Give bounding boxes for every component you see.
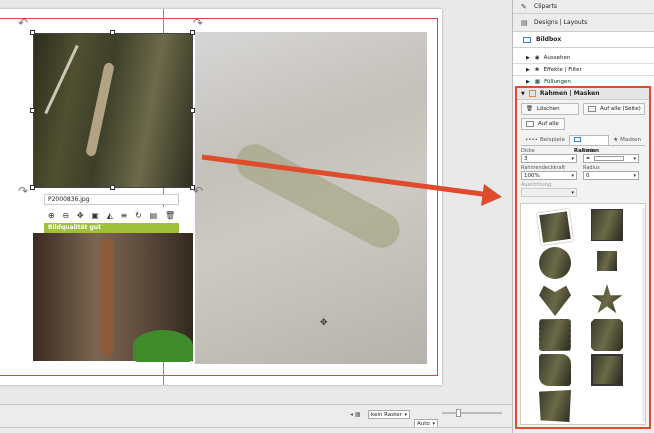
farbe-select[interactable]: ✒ ▾ (583, 154, 639, 163)
zoom-slider-thumb[interactable] (456, 409, 461, 417)
layout-icon: ▤ (521, 18, 528, 27)
status-divider (0, 427, 512, 428)
rahmen-masken-label: Rahmen | Masken (539, 90, 600, 97)
expand-icon: ▶ (526, 66, 530, 73)
auf-alle-seite-button[interactable]: Auf alle (Seite) (583, 103, 645, 115)
apply-page-icon (588, 106, 596, 112)
zoom-slider[interactable] (442, 412, 502, 414)
mask-brush[interactable] (539, 354, 571, 386)
expand-icon: ▶ (526, 78, 530, 85)
mask-tilted-frame[interactable] (536, 208, 574, 246)
cliparts-label: Cliparts (534, 3, 557, 10)
frame-tabs: •••• Beispiele Rahmen ★ Masken (521, 135, 645, 154)
aussehen-icon: ◉ (534, 54, 540, 61)
tab-rahmen[interactable]: Rahmen (568, 135, 610, 154)
effekte-label: Effekte | Filter (543, 66, 582, 73)
mask-stamp[interactable] (539, 319, 571, 351)
effekte-row[interactable]: ▶ ❀ Effekte | Filter (513, 64, 654, 76)
auf-alle-seite-label: Auf alle (Seite) (600, 106, 641, 112)
rahmen-masken-header[interactable]: ▼ Rahmen | Masken (517, 88, 649, 100)
mask-torn[interactable] (539, 390, 571, 422)
trash-icon: 🗑 (526, 106, 533, 112)
auf-alle-button[interactable]: Auf alle (521, 118, 565, 130)
dicke-select[interactable]: 3 ▾ (521, 154, 577, 163)
color-swatch (594, 156, 624, 161)
fill-icon: ▦ (534, 78, 541, 85)
mask-star[interactable] (591, 284, 623, 314)
tab-beispiele[interactable]: •••• Beispiele (521, 135, 569, 145)
raster-toggle-icon[interactable]: ◂ ▦ (350, 411, 361, 418)
mask-small-square[interactable] (597, 251, 617, 271)
expand-icon: ▶ (526, 54, 530, 61)
designs-section[interactable]: ▤ Designs | Layouts (513, 14, 654, 32)
mask-circle[interactable] (539, 247, 571, 279)
star-icon: ★ (613, 137, 619, 143)
designs-label: Designs | Layouts (534, 19, 588, 26)
radius-select[interactable]: 0 ▾ (583, 171, 639, 180)
gallery-scrollbar[interactable] (642, 208, 645, 422)
mask-rough-rect[interactable] (591, 209, 623, 241)
eyedropper-icon[interactable]: ✒ (586, 156, 591, 162)
frame-tab-icon (573, 137, 581, 142)
frame-icon (528, 90, 536, 97)
clipart-icon: ✎ (521, 2, 527, 11)
auf-alle-label: Auf alle (538, 121, 559, 127)
raster-select[interactable]: kein Raster ▾ (368, 410, 410, 419)
dots-icon: •••• (525, 137, 538, 143)
bildbox-label: Bildbox (536, 36, 562, 43)
mask-heart[interactable] (539, 285, 571, 316)
loeschen-label: Löschen (536, 106, 560, 112)
aussehen-label: Aussehen (543, 54, 571, 61)
effekte-icon: ❀ (534, 66, 540, 73)
aussehen-row[interactable]: ▶ ◉ Aussehen (513, 52, 654, 64)
loeschen-button[interactable]: 🗑 Löschen (521, 103, 579, 115)
bildbox-section[interactable]: Bildbox (513, 32, 654, 48)
bildbox-icon (523, 36, 531, 43)
mask-bordered[interactable] (591, 354, 623, 386)
fuellungen-label: Füllungen (544, 78, 571, 85)
mask-gallery (520, 203, 646, 425)
apply-all-icon (526, 121, 534, 127)
collapse-icon: ▼ (521, 90, 525, 97)
tab-masken[interactable]: ★ Masken (609, 135, 645, 145)
cliparts-section[interactable]: ✎ Cliparts (513, 0, 654, 14)
ausrichtung-select: ▾ (521, 188, 577, 197)
deckkraft-select[interactable]: 100% ▾ (521, 171, 577, 180)
mask-octagon[interactable] (591, 319, 623, 351)
